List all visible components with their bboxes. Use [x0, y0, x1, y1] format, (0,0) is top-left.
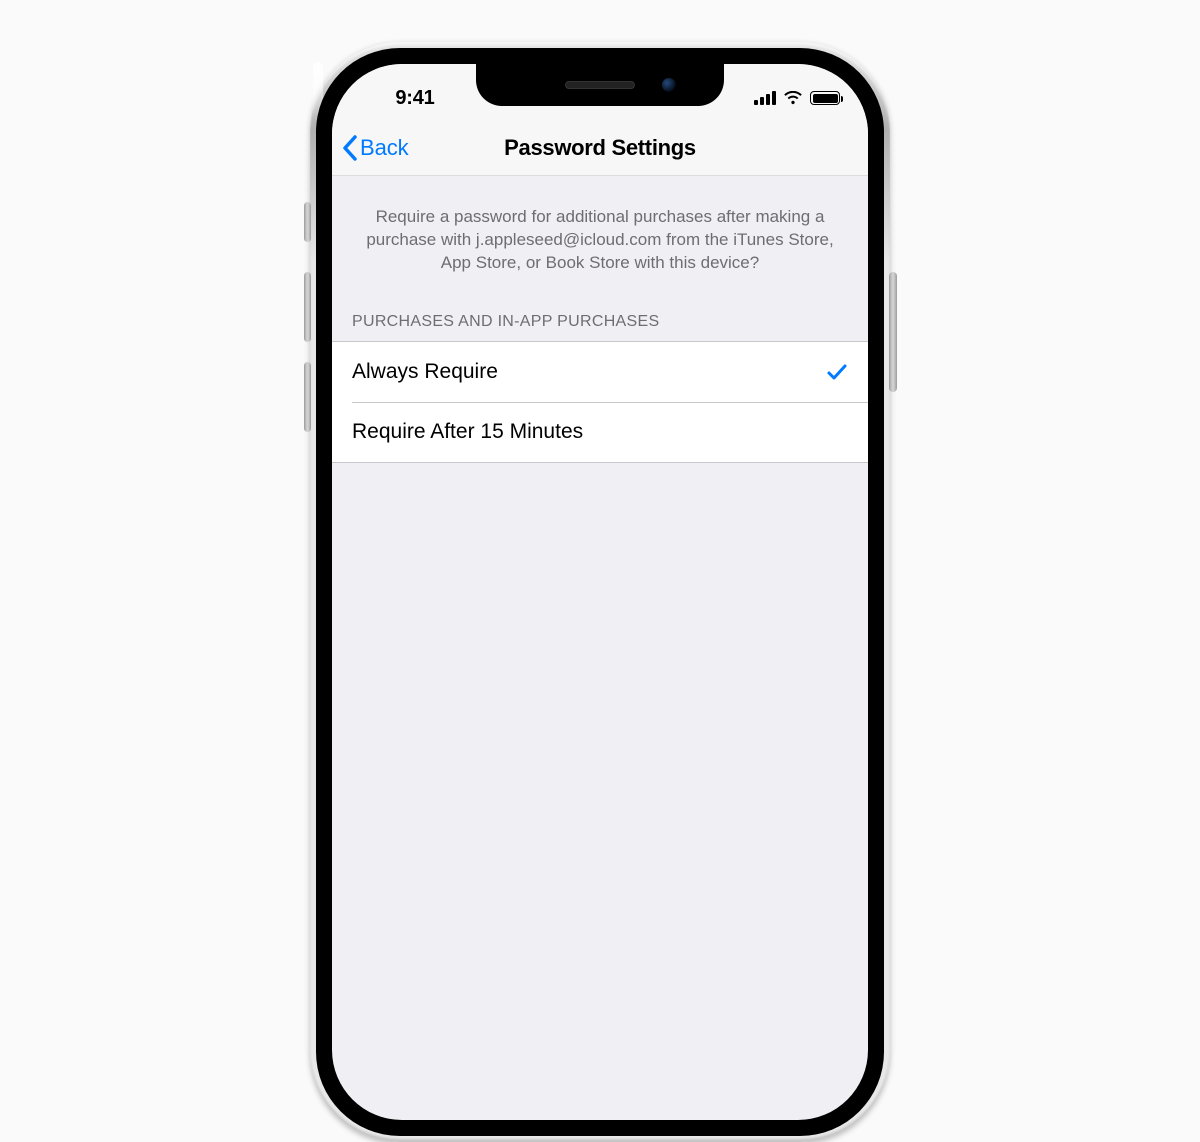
- earpiece-speaker: [565, 81, 635, 89]
- option-label: Always Require: [352, 360, 498, 384]
- navigation-bar: Back Password Settings: [332, 120, 868, 176]
- section-header: PURCHASES AND IN-APP PURCHASES: [332, 285, 868, 341]
- status-indicators: [730, 91, 840, 105]
- screen: 9:41: [332, 64, 868, 1120]
- side-button: [889, 272, 897, 392]
- wifi-icon: [783, 91, 803, 105]
- volume-down-button: [304, 362, 311, 432]
- back-button[interactable]: Back: [342, 135, 409, 161]
- chevron-left-icon: [342, 135, 358, 161]
- options-group: Always Require Require After 15 Minutes: [332, 341, 868, 463]
- section-description: Require a password for additional purcha…: [332, 176, 868, 285]
- status-time: 9:41: [360, 87, 470, 110]
- cellular-signal-icon: [754, 91, 776, 105]
- back-label: Back: [360, 135, 409, 161]
- checkmark-icon: [826, 362, 848, 382]
- battery-icon: [810, 91, 840, 105]
- option-label: Require After 15 Minutes: [352, 420, 583, 444]
- option-always-require[interactable]: Always Require: [332, 342, 868, 402]
- page-title: Password Settings: [504, 135, 696, 161]
- notch: [476, 64, 724, 106]
- silent-switch: [304, 202, 311, 242]
- phone-bezel: 9:41: [316, 48, 884, 1136]
- volume-up-button: [304, 272, 311, 342]
- option-require-after-15-minutes[interactable]: Require After 15 Minutes: [332, 402, 868, 462]
- phone-frame: 9:41: [310, 42, 890, 1142]
- front-camera: [662, 78, 676, 92]
